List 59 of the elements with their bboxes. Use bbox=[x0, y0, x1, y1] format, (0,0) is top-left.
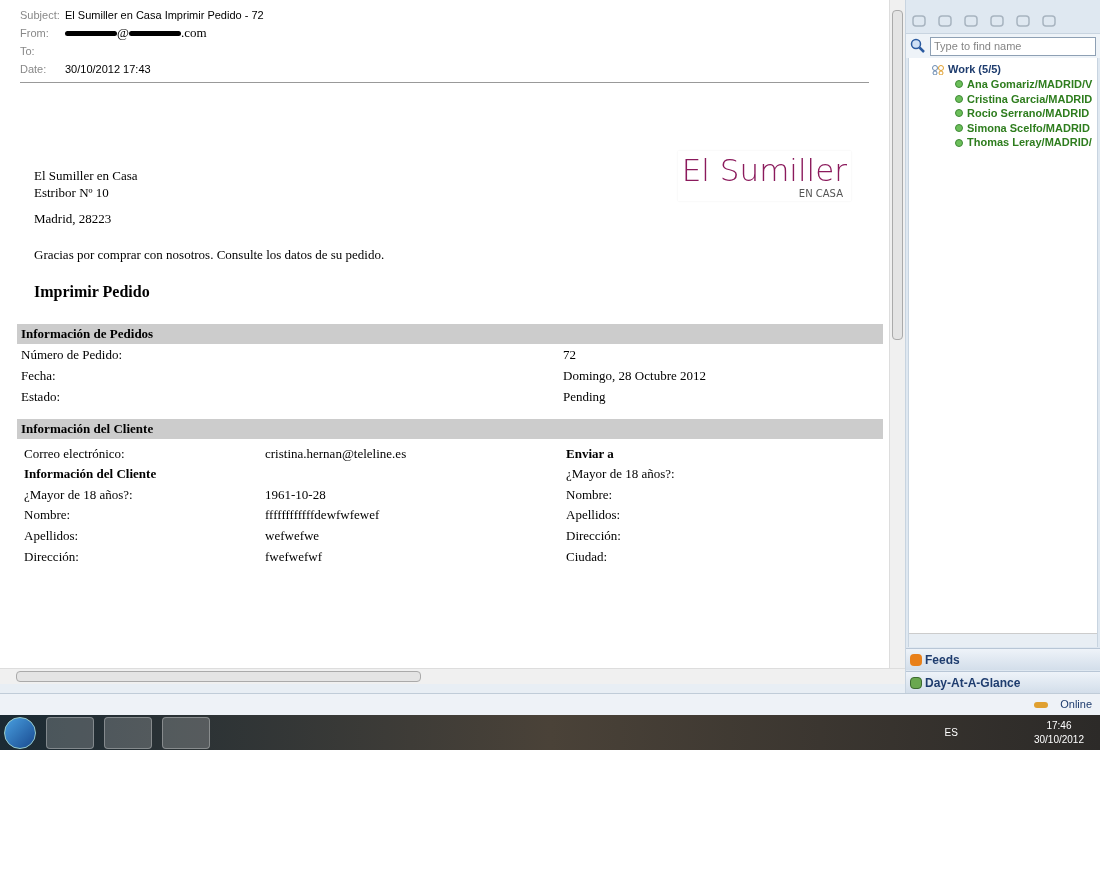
field-label: From: bbox=[20, 25, 50, 41]
subsection-heading: Información del Cliente bbox=[24, 466, 157, 482]
field-label: Dirección: bbox=[24, 548, 79, 564]
field-value: 72 bbox=[563, 345, 576, 364]
vertical-scrollbar[interactable] bbox=[889, 0, 905, 668]
contact-name[interactable]: Simona Scelfo/MADRID bbox=[967, 119, 1090, 137]
field-value: cristina.hernan@teleline.es bbox=[265, 445, 407, 461]
horizontal-scrollbar[interactable] bbox=[0, 668, 905, 684]
field-label: Nombre: bbox=[24, 507, 71, 523]
contact-name[interactable]: Thomas Leray/MADRID/ bbox=[967, 134, 1092, 151]
field-value: Domingo, 28 Octubre 2012 bbox=[563, 366, 706, 385]
panel-header[interactable]: Feeds bbox=[906, 648, 1100, 670]
search-field[interactable]: Type to find name bbox=[930, 36, 1096, 56]
address-line: Estribor Nº 10 bbox=[34, 184, 110, 201]
search-icon bbox=[910, 38, 926, 54]
field-label: Número de Pedido: bbox=[21, 345, 124, 364]
contact-name[interactable]: Ana Gomariz/MADRID/V bbox=[967, 76, 1093, 93]
field-value: ffffffffffffdewfwfewef bbox=[265, 507, 380, 523]
address-line: Madrid, 28223 bbox=[33, 210, 113, 228]
field-value: 1961-10-28 bbox=[265, 486, 326, 502]
field-value: wefwefwe bbox=[265, 527, 320, 543]
field-label: Dirección: bbox=[566, 527, 621, 543]
redaction-mark bbox=[129, 30, 181, 36]
company-logo: El Sumiller EN CASA bbox=[677, 151, 851, 201]
field-value: 30/10/2012 17:43 bbox=[65, 61, 151, 77]
field-label: Estado: bbox=[21, 387, 61, 406]
intro-text: Gracias por comprar con nosotros. Consulte los datos de su pedido. bbox=[33, 245, 386, 264]
address-line: El Sumiller en Casa bbox=[34, 167, 138, 184]
field-label: Subject: bbox=[20, 7, 61, 23]
page-title: Imprimir Pedido bbox=[33, 282, 151, 303]
panel-header[interactable]: Day-At-A-Glance bbox=[906, 671, 1100, 693]
contact-name[interactable]: Rocio Serrano/MADRID bbox=[967, 105, 1090, 122]
subsection-heading: Enviar a bbox=[566, 445, 614, 461]
start-button[interactable] bbox=[4, 716, 36, 749]
contact-group[interactable]: Work (5/5) bbox=[948, 61, 1001, 78]
horizontal-scrollbar[interactable] bbox=[909, 633, 1097, 647]
contact-name[interactable]: Cristina Garcia/MADRID bbox=[967, 90, 1093, 108]
field-label: Fecha: bbox=[21, 366, 57, 385]
field-value: El Sumiller en Casa Imprimir Pedido - 72 bbox=[65, 7, 264, 23]
section-heading: Información del Cliente bbox=[17, 419, 883, 439]
field-label: To: bbox=[20, 43, 36, 59]
field-label: ¿Mayor de 18 años?: bbox=[566, 466, 675, 482]
field-label: Ciudad: bbox=[566, 548, 608, 564]
field-label: Correo electrónico: bbox=[24, 445, 125, 461]
field-label: Nombre: bbox=[566, 486, 613, 502]
field-label: Date: bbox=[20, 61, 48, 77]
redaction-mark bbox=[65, 30, 117, 36]
section-heading: Información de Pedidos bbox=[17, 324, 883, 344]
email-fragment: @ bbox=[117, 24, 129, 43]
email-fragment: .com bbox=[181, 24, 207, 43]
field-value: fwefwefwf bbox=[265, 548, 323, 564]
field-label: Apellidos: bbox=[566, 507, 621, 523]
group-icon bbox=[931, 64, 945, 75]
language-indicator[interactable]: ES bbox=[944, 725, 958, 740]
field-value: Pending bbox=[563, 387, 606, 406]
field-label: ¿Mayor de 18 años?: bbox=[24, 486, 133, 502]
field-label: Apellidos: bbox=[24, 527, 79, 543]
presence-status[interactable]: Online bbox=[1060, 696, 1092, 713]
clock[interactable]: 17:46 30/10/2012 bbox=[1033, 718, 1084, 747]
